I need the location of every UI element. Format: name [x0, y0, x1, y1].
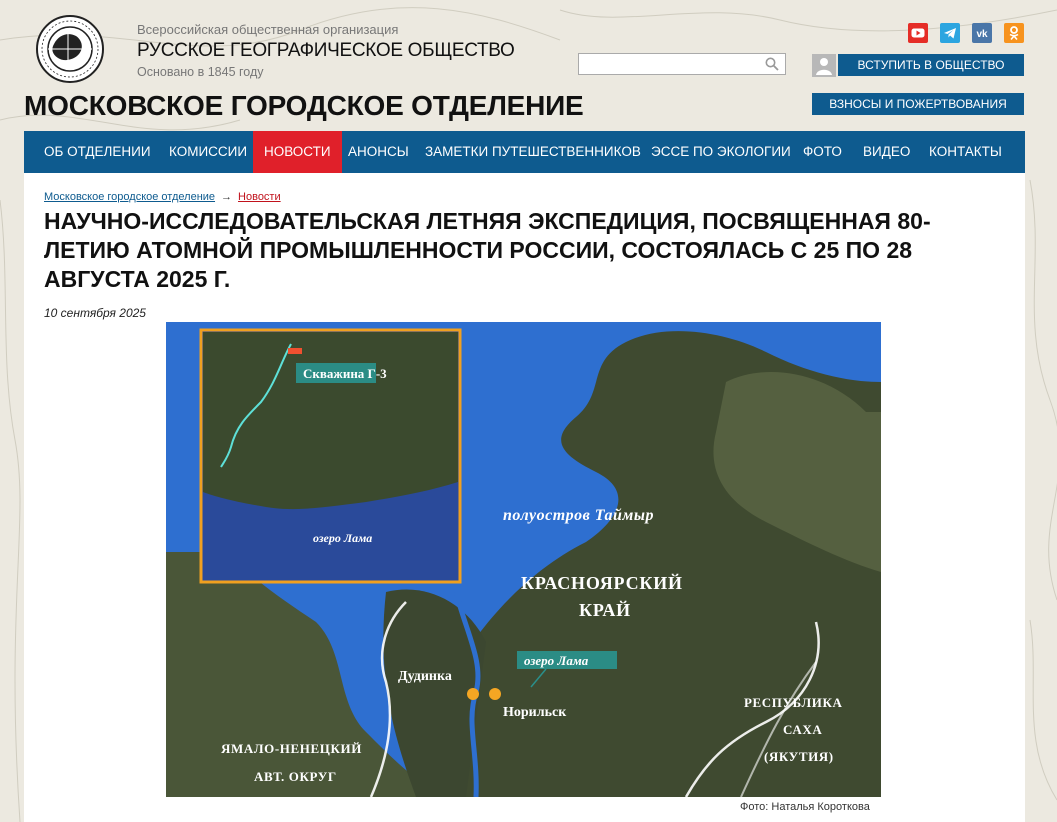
breadcrumb: Московское городское отделение → Новости	[44, 191, 281, 203]
nav-item-traveler-notes[interactable]: ЗАМЕТКИ ПУТЕШЕСТВЕННИКОВ	[415, 131, 651, 173]
article-title: НАУЧНО-ИССЛЕДОВАТЕЛЬСКАЯ ЛЕТНЯЯ ЭКСПЕДИЦ…	[44, 208, 931, 292]
search-input[interactable]	[579, 54, 771, 74]
site-header: Всероссийская общественная организация Р…	[0, 0, 1057, 130]
org-subtitle: Всероссийская общественная организация	[137, 22, 399, 37]
article-map-image: Скважина Г-3 озеро Лама полуостров Таймы…	[166, 322, 881, 797]
article-date: 10 сентября 2025	[44, 306, 146, 320]
nav-item-photo[interactable]: ФОТО	[793, 131, 852, 173]
map-label-lake-main: озеро Лама	[524, 653, 589, 668]
svg-text:vk: vk	[976, 29, 988, 40]
map-label-dudinka: Дудинка	[398, 669, 452, 684]
youtube-icon[interactable]	[908, 23, 928, 43]
photo-caption: Фото: Наталья Короткова	[740, 801, 870, 813]
map-label-sakha-line1: РЕСПУБЛИКА	[744, 695, 843, 710]
map-label-peninsula: полуостров Таймыр	[503, 507, 654, 524]
norilsk-city-dot	[489, 688, 501, 700]
map-label-krai-line1: КРАСНОЯРСКИЙ	[521, 572, 683, 593]
nav-item-news[interactable]: НОВОСТИ	[253, 131, 342, 173]
main-nav: ОБ ОТДЕЛЕНИИ КОМИССИИ НОВОСТИ АНОНСЫ ЗАМ…	[24, 131, 1025, 173]
dudinka-city-dot	[467, 688, 479, 700]
nav-item-contacts[interactable]: КОНТАКТЫ	[919, 131, 1012, 173]
vk-icon[interactable]: vk	[972, 23, 992, 43]
join-society-button[interactable]: ВСТУПИТЬ В ОБЩЕСТВО	[838, 54, 1024, 76]
breadcrumb-home-link[interactable]: Московское городское отделение	[44, 191, 215, 203]
nav-item-about[interactable]: ОБ ОТДЕЛЕНИИ	[24, 131, 161, 173]
rgo-logo[interactable]	[24, 14, 116, 84]
breadcrumb-news-link[interactable]: Новости	[238, 191, 281, 203]
map-label-yamal-line2: АВТ. ОКРУГ	[254, 769, 337, 784]
map-label-well: Скважина Г-3	[303, 366, 387, 381]
map-label-krai-line2: КРАЙ	[579, 599, 631, 620]
org-founded: Основано в 1845 году	[137, 65, 264, 79]
map-label-sakha-line3: (ЯКУТИЯ)	[764, 749, 834, 764]
map-label-lake-inset: озеро Лама	[313, 531, 372, 545]
nav-item-ecology-essays[interactable]: ЭССЕ ПО ЭКОЛОГИИ	[641, 131, 801, 173]
odnoklassniki-icon[interactable]	[1004, 23, 1024, 43]
arrow-right-icon: →	[221, 191, 233, 203]
map-label-sakha-line2: САХА	[783, 722, 822, 737]
map-label-yamal-line1: ЯМАЛО-НЕНЕЦКИЙ	[221, 741, 362, 756]
telegram-icon[interactable]	[940, 23, 960, 43]
nav-item-commissions[interactable]: КОМИССИИ	[159, 131, 257, 173]
branch-title[interactable]: МОСКОВСКОЕ ГОРОДСКОЕ ОТДЕЛЕНИЕ	[24, 90, 584, 122]
user-avatar-icon[interactable]	[812, 54, 836, 77]
map-label-norilsk: Норильск	[503, 705, 567, 720]
nav-item-video[interactable]: ВИДЕО	[853, 131, 920, 173]
search-icon[interactable]	[765, 57, 779, 71]
org-name[interactable]: РУССКОЕ ГЕОГРАФИЧЕСКОЕ ОБЩЕСТВО	[137, 40, 515, 62]
nav-item-announcements[interactable]: АНОНСЫ	[338, 131, 419, 173]
article-content: Московское городское отделение → Новости Н…	[24, 173, 1025, 822]
well-marker	[288, 348, 302, 354]
donations-button[interactable]: ВЗНОСЫ И ПОЖЕРТВОВАНИЯ	[812, 93, 1024, 115]
search-box	[578, 53, 786, 75]
